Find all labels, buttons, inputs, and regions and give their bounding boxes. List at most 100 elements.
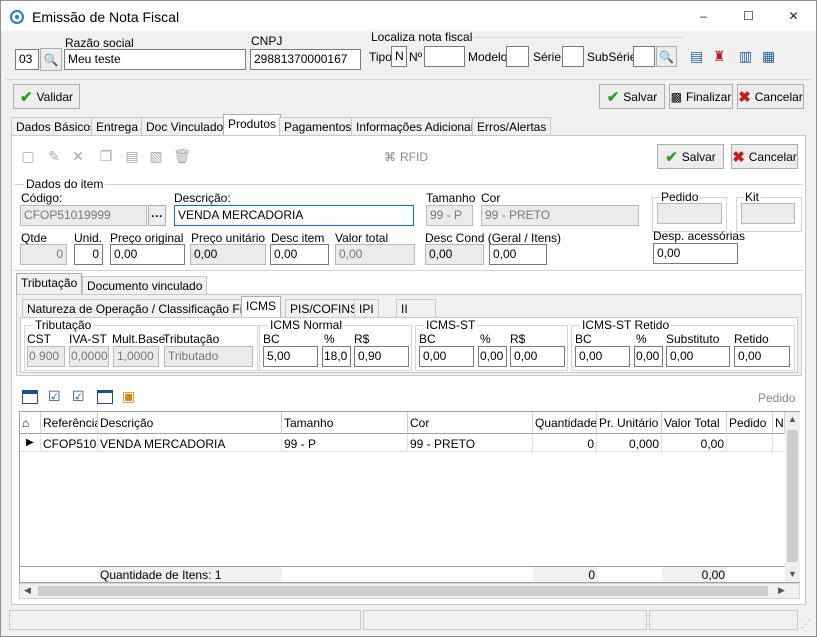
icms-bc-field[interactable]: 5,00	[263, 346, 318, 367]
export-icon[interactable]: ▣	[122, 388, 135, 405]
mult-field[interactable]: 1,0000	[113, 346, 159, 367]
tipo-field[interactable]: N	[391, 46, 407, 67]
tab-pis-cofins[interactable]: PIS/COFINS	[285, 299, 364, 317]
checked-list-icon[interactable]: ☑	[72, 388, 85, 405]
icms-rs-field[interactable]: 0,90	[354, 346, 409, 367]
tab-documento-vinculado[interactable]: Documento vinculado	[82, 276, 208, 294]
qtde-field[interactable]: 0	[20, 244, 67, 265]
codigo-lookup-button[interactable]: ···	[148, 205, 166, 226]
column-header[interactable]: Cor	[408, 412, 533, 434]
desc-item-field[interactable]: 0,00	[270, 244, 329, 265]
finalizar-button[interactable]: ▩ Finalizar	[669, 84, 733, 109]
replace-icon[interactable]: ▧	[146, 146, 166, 166]
trib-field[interactable]: Tributado	[164, 346, 253, 367]
grid-icon[interactable]: ▦	[762, 48, 775, 65]
close-button[interactable]: ✕	[771, 1, 816, 31]
tamanho-field[interactable]: 99 - P	[426, 205, 473, 226]
column-header[interactable]: Descrição	[98, 412, 282, 434]
column-header[interactable]: N	[773, 412, 785, 434]
column-header[interactable]: Pr. Unitário	[597, 412, 662, 434]
iva-field[interactable]: 0,0000	[69, 346, 109, 367]
report-icon[interactable]: ▥	[739, 48, 752, 65]
tab-natureza-operacao[interactable]: Natureza de Operação / Classificação Fis…	[22, 299, 269, 317]
desp-field[interactable]: 0,00	[653, 243, 738, 264]
item-cancelar-button[interactable]: ✖ Cancelar	[731, 144, 798, 169]
cancelar-button[interactable]: ✖ Cancelar	[737, 84, 804, 109]
kit-field[interactable]	[741, 203, 795, 224]
horizontal-scrollbar[interactable]: ◀ ▶	[19, 583, 800, 599]
codigo-field[interactable]: CFOP51019999	[20, 205, 147, 226]
tab-doc-vinculados[interactable]: Doc Vinculados	[141, 117, 235, 135]
scroll-left-icon[interactable]: ◀	[24, 585, 31, 596]
check-list-icon[interactable]: ☑	[48, 388, 61, 405]
tab-informacoes-adicionais[interactable]: Informações Adicionais	[351, 117, 485, 135]
minimize-button[interactable]: –	[681, 1, 726, 31]
table-row[interactable]: ▶ CFOP5101 VENDA MERCADORIA 99 - P 99 - …	[20, 435, 785, 452]
delete-icon[interactable]: ✕	[68, 146, 88, 166]
serie-field[interactable]	[562, 46, 584, 67]
st-rs-field[interactable]: 0,00	[510, 346, 565, 367]
retido-bc-field[interactable]: 0,00	[575, 346, 630, 367]
search-nota-button[interactable]: 🔍	[656, 46, 677, 67]
valor-total-field[interactable]: 0,00	[335, 244, 415, 265]
vertical-scrollbar[interactable]: ▲ ▼	[785, 412, 800, 582]
tab-erros-alertas[interactable]: Erros/Alertas	[472, 117, 552, 135]
validar-button[interactable]: ✔ Validar	[13, 84, 80, 109]
salvar-button[interactable]: ✔ Salvar	[599, 84, 665, 109]
deselect-icon[interactable]	[97, 390, 113, 404]
retido-pct-field[interactable]: 0,00	[634, 346, 663, 367]
maximize-button[interactable]: ☐	[726, 1, 771, 31]
new-icon[interactable]: ▢	[18, 146, 38, 166]
column-header[interactable]: Valor Total	[662, 412, 727, 434]
edit-icon[interactable]: ✎	[44, 146, 64, 166]
tab-tributacao[interactable]: Tributação	[16, 273, 83, 295]
cst-field[interactable]: 0 900	[27, 346, 65, 367]
desc-cond-itens-field[interactable]: 0,00	[489, 244, 547, 265]
razao-social-field[interactable]: Meu teste	[64, 49, 246, 70]
unid-field[interactable]: 0	[74, 244, 103, 265]
tab-produtos[interactable]: Produtos	[223, 114, 282, 136]
modelo-field[interactable]	[506, 46, 529, 67]
tab-icms[interactable]: ICMS	[241, 296, 281, 318]
tab-ii[interactable]: II	[396, 299, 436, 317]
rfid-button[interactable]: ⌘ RFID	[384, 150, 428, 164]
cor-field[interactable]: 99 - PRETO	[481, 205, 639, 226]
column-header[interactable]: Quantidade	[533, 412, 597, 434]
column-header[interactable]: Referência	[41, 412, 98, 434]
numero-field[interactable]	[424, 46, 465, 67]
icms-pct-field[interactable]: 18,0	[322, 346, 351, 367]
paste-icon[interactable]: ▤	[122, 146, 142, 166]
scroll-thumb[interactable]	[38, 586, 768, 596]
subserie-field[interactable]	[633, 46, 655, 67]
desc-cond-geral-field[interactable]: 0,00	[425, 244, 484, 265]
cnpj-field[interactable]: 29881370000167	[250, 49, 361, 70]
scroll-thumb[interactable]	[787, 430, 798, 562]
st-pct-field[interactable]: 0,00	[478, 346, 507, 367]
scroll-up-icon[interactable]: ▲	[788, 414, 797, 424]
preco-original-field[interactable]: 0,00	[110, 244, 185, 265]
scroll-down-icon[interactable]: ▼	[788, 569, 797, 579]
tab-ipi[interactable]: IPI	[354, 299, 379, 317]
tab-entrega[interactable]: Entrega	[91, 117, 144, 135]
preco-unitario-field[interactable]: 0,00	[190, 244, 266, 265]
descricao-field[interactable]: VENDA MERCADORIA	[174, 205, 414, 226]
scroll-right-icon[interactable]: ▶	[778, 585, 785, 596]
st-bc-field[interactable]: 0,00	[419, 346, 474, 367]
search-empresa-button[interactable]: 🔍	[40, 48, 62, 71]
tab-dados-basicos[interactable]: Dados Básicos	[11, 117, 102, 135]
select-all-icon[interactable]	[22, 390, 38, 404]
pedido-toolbar-label[interactable]: Pedido	[758, 391, 795, 405]
column-header[interactable]: Pedido	[727, 412, 773, 434]
item-salvar-button[interactable]: ✔ Salvar	[657, 144, 724, 169]
pedido-field[interactable]	[657, 203, 722, 224]
substituto-field[interactable]: 0,00	[666, 346, 730, 367]
empresa-code-field[interactable]: 03	[15, 49, 39, 70]
document-list-icon[interactable]: ▤	[690, 48, 703, 65]
trash-icon[interactable]: 🗑	[172, 146, 192, 166]
retido-field[interactable]: 0,00	[734, 346, 790, 367]
column-header[interactable]: Tamanho	[282, 412, 408, 434]
copy-icon[interactable]: ❐	[96, 146, 116, 166]
stamp-icon[interactable]: ♜	[713, 48, 726, 65]
resize-grip-icon[interactable]: ⋰	[801, 619, 811, 630]
tab-pagamentos[interactable]: Pagamentos	[279, 117, 357, 135]
